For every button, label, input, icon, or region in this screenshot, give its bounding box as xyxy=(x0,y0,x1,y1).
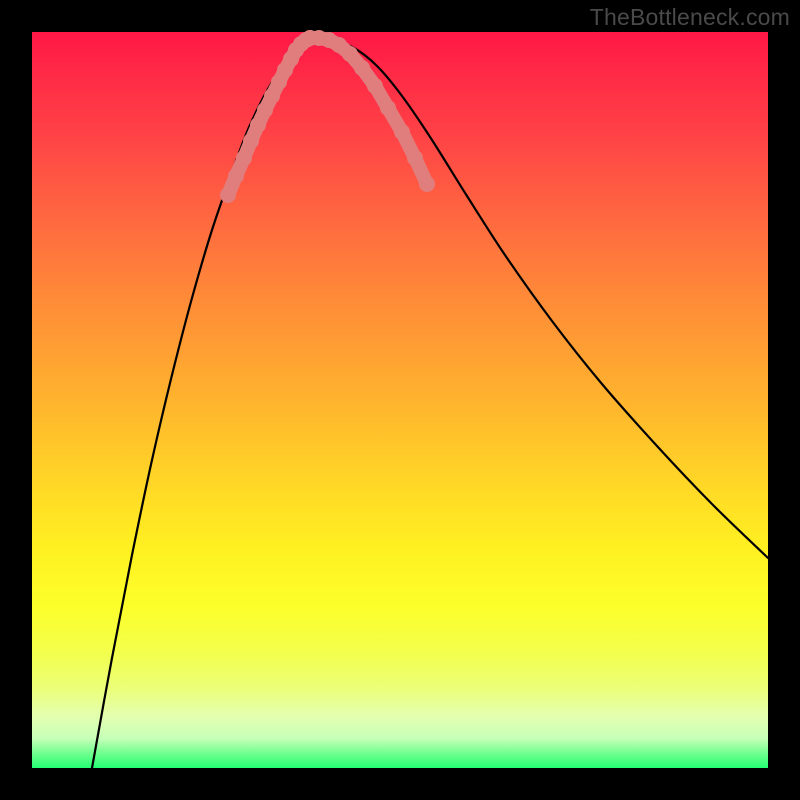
dot xyxy=(394,124,410,140)
dot xyxy=(236,150,252,166)
curve-right xyxy=(310,38,768,558)
curve-layer xyxy=(32,32,768,768)
dot xyxy=(250,117,266,133)
dot xyxy=(407,150,423,166)
dot xyxy=(228,168,244,184)
dot xyxy=(243,133,259,149)
chart-frame: TheBottleneck.com xyxy=(0,0,800,800)
plot-area xyxy=(32,32,768,768)
dot xyxy=(419,176,435,192)
dot-cluster-left xyxy=(220,30,318,203)
dot xyxy=(380,100,396,116)
watermark-text: TheBottleneck.com xyxy=(590,4,790,31)
dot xyxy=(367,78,383,94)
dot xyxy=(264,88,280,104)
curve-left xyxy=(92,38,310,768)
dot xyxy=(354,60,370,76)
dot xyxy=(342,46,358,62)
dot xyxy=(257,102,273,118)
dot xyxy=(220,187,236,203)
dot-cluster-right xyxy=(302,30,435,192)
